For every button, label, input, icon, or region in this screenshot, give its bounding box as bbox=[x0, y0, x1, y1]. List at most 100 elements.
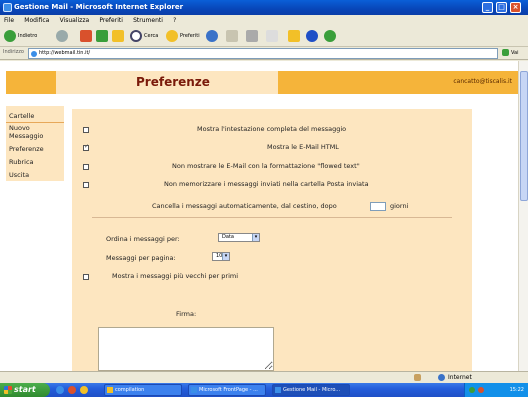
print-icon bbox=[246, 29, 258, 42]
close-button[interactable]: × bbox=[510, 2, 521, 13]
sort-label: Ordina i messaggi per: bbox=[106, 235, 180, 243]
auto-delete-label: Cancella i messaggi automaticamente, dal… bbox=[152, 202, 337, 210]
messenger-button[interactable] bbox=[324, 29, 338, 44]
section-divider bbox=[92, 217, 452, 218]
mail-icon bbox=[226, 29, 238, 42]
option-checkbox-flowed-text[interactable] bbox=[83, 164, 89, 170]
folder-icon bbox=[288, 29, 300, 42]
bluetooth-icon bbox=[306, 29, 318, 42]
chevron-down-icon: ▾ bbox=[252, 234, 259, 241]
history-icon bbox=[206, 29, 218, 42]
auto-delete-days-input[interactable] bbox=[370, 202, 386, 211]
stop-button[interactable] bbox=[80, 29, 94, 44]
signature-label: Firma: bbox=[176, 310, 197, 318]
sidebar-item-new-message[interactable]: Nuovo Messaggio bbox=[9, 124, 64, 140]
chevron-down-icon: ▾ bbox=[222, 253, 229, 260]
antivirus-icon[interactable] bbox=[478, 387, 484, 393]
auto-delete-unit: giorni bbox=[390, 202, 409, 210]
folder-icon bbox=[107, 387, 113, 393]
menu-favorites[interactable]: Preferiti bbox=[99, 17, 123, 24]
option-label-html-mail: Mostra le E-Mail HTML bbox=[267, 143, 339, 151]
option-label-full-header: Mostra l'intestazione completa del messa… bbox=[197, 125, 347, 133]
menu-edit[interactable]: Modifica bbox=[24, 17, 49, 24]
option-checkbox-oldest-first[interactable] bbox=[83, 274, 89, 280]
internet-zone-icon bbox=[438, 374, 445, 381]
browser-toolbar: Indietro Cerca Preferiti bbox=[0, 26, 528, 47]
desktop-quicklaunch-icon[interactable] bbox=[80, 386, 88, 394]
page-viewport: Preferenze cancatto@tiscalis.it Cartelle… bbox=[0, 61, 518, 371]
taskbar-button-compilation[interactable]: compilation bbox=[104, 384, 182, 396]
refresh-button[interactable] bbox=[96, 29, 110, 44]
menu-help[interactable]: ? bbox=[173, 17, 176, 24]
per-page-select[interactable]: 10 ▾ bbox=[212, 252, 230, 261]
sidebar-divider bbox=[6, 122, 64, 123]
go-button[interactable]: Vai bbox=[502, 48, 524, 59]
status-bar: Internet bbox=[0, 371, 528, 383]
print-button[interactable] bbox=[246, 29, 260, 44]
search-button[interactable]: Cerca bbox=[130, 29, 158, 44]
sidebar-item-address-book[interactable]: Rubrica bbox=[9, 158, 64, 166]
address-bar: Indirizzo http://webmail.tin.it/ Vai bbox=[0, 47, 528, 60]
option-label-oldest-first: Mostra i messaggi più vecchi per primi bbox=[112, 272, 239, 280]
media-quicklaunch-icon[interactable] bbox=[68, 386, 76, 394]
minimize-button[interactable]: _ bbox=[482, 2, 493, 13]
favorites-button[interactable]: Preferiti bbox=[166, 29, 200, 44]
messenger-icon bbox=[324, 29, 336, 42]
system-tray: 15:22 bbox=[464, 383, 528, 397]
option-checkbox-full-header[interactable] bbox=[83, 127, 89, 133]
option-label-no-sent-copy: Non memorizzare i messaggi inviati nella… bbox=[164, 180, 369, 188]
lock-icon bbox=[414, 374, 421, 381]
home-button[interactable] bbox=[112, 29, 126, 44]
bluetooth-button[interactable] bbox=[306, 29, 320, 44]
scrollbar-thumb[interactable] bbox=[520, 71, 528, 201]
edit-button[interactable] bbox=[266, 29, 280, 44]
back-arrow-icon bbox=[4, 29, 16, 42]
user-email: cancatto@tiscalis.it bbox=[453, 78, 512, 85]
folder-button[interactable] bbox=[288, 29, 302, 44]
sidebar-item-folders[interactable]: Cartelle bbox=[9, 112, 64, 120]
page-icon bbox=[31, 51, 37, 57]
clock: 15:22 bbox=[509, 387, 524, 393]
menu-tools[interactable]: Strumenti bbox=[133, 17, 163, 24]
zone-label: Internet bbox=[448, 374, 472, 381]
maximize-button[interactable]: □ bbox=[496, 2, 507, 13]
sidebar-nav: Cartelle Nuovo Messaggio Preferenze Rubr… bbox=[6, 106, 64, 181]
window-titlebar: Gestione Mail - Microsoft Internet Explo… bbox=[0, 0, 528, 15]
option-checkbox-no-sent-copy[interactable] bbox=[83, 182, 89, 188]
refresh-icon bbox=[96, 29, 108, 42]
ie-icon bbox=[275, 387, 281, 393]
forward-button[interactable] bbox=[56, 29, 70, 44]
signature-textarea[interactable] bbox=[98, 327, 274, 371]
home-icon bbox=[112, 29, 124, 42]
star-icon bbox=[166, 29, 178, 42]
mail-button[interactable] bbox=[226, 29, 240, 44]
history-button[interactable] bbox=[206, 29, 220, 44]
sort-select[interactable]: Data ▾ bbox=[218, 233, 260, 242]
windows-logo-icon bbox=[4, 386, 12, 394]
frontpage-icon bbox=[191, 387, 197, 393]
menu-file[interactable]: File bbox=[4, 17, 14, 24]
menu-view[interactable]: Visualizza bbox=[60, 17, 90, 24]
address-input[interactable]: http://webmail.tin.it/ bbox=[28, 48, 498, 59]
back-button[interactable]: Indietro bbox=[4, 29, 37, 44]
ie-quicklaunch-icon[interactable] bbox=[56, 386, 64, 394]
taskbar-button-frontpage[interactable]: Microsoft FrontPage - ... bbox=[188, 384, 266, 396]
sidebar-item-logout[interactable]: Uscita bbox=[9, 171, 64, 179]
per-page-label: Messaggi per pagina: bbox=[106, 254, 176, 262]
option-checkbox-html-mail[interactable] bbox=[83, 143, 89, 151]
banner-title-box: Preferenze bbox=[56, 71, 278, 94]
search-icon bbox=[130, 29, 142, 42]
vertical-scrollbar[interactable] bbox=[518, 61, 528, 371]
ie-icon bbox=[3, 3, 12, 12]
start-button[interactable]: start bbox=[0, 383, 50, 397]
window-title: Gestione Mail - Microsoft Internet Explo… bbox=[14, 3, 184, 11]
sidebar-item-preferences[interactable]: Preferenze bbox=[9, 145, 64, 153]
edit-icon bbox=[266, 29, 278, 42]
go-arrow-icon bbox=[502, 49, 509, 56]
network-icon[interactable] bbox=[469, 387, 475, 393]
forward-arrow-icon bbox=[56, 29, 68, 42]
taskbar-button-gestione-mail[interactable]: Gestione Mail - Micro... bbox=[272, 384, 350, 396]
option-label-flowed-text: Non mostrare le E-Mail con la formattazi… bbox=[172, 162, 360, 170]
address-url: http://webmail.tin.it/ bbox=[39, 50, 91, 56]
taskbar: start compilation Microsoft FrontPage - … bbox=[0, 383, 528, 397]
